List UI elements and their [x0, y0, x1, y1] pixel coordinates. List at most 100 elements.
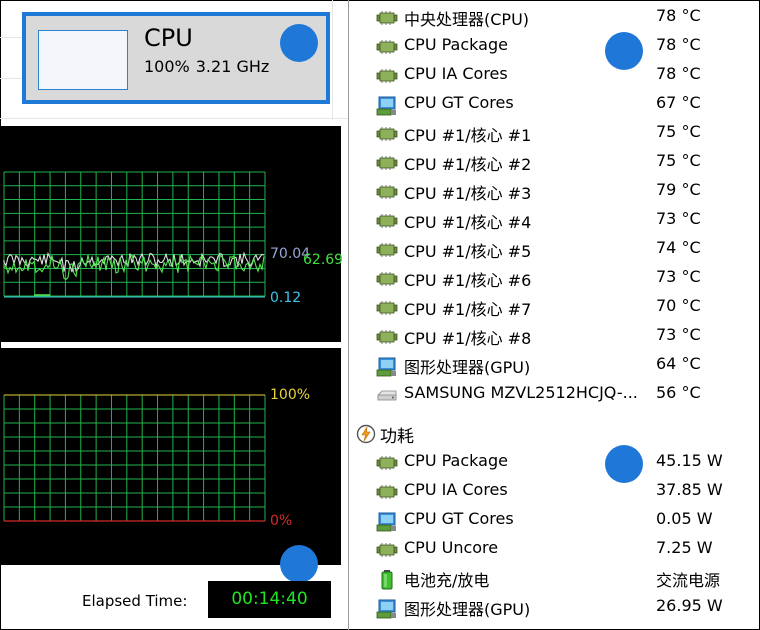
graph-bottom-bottom-label: 0%: [270, 513, 293, 529]
sensor-value: 73 °C: [656, 267, 701, 286]
sensor-value: 70 °C: [656, 296, 701, 315]
highlight-marker: [280, 545, 318, 583]
sensor-name: CPU #1/核心 #8: [404, 329, 532, 348]
sensor-value: 78 °C: [656, 6, 701, 25]
temperature-row[interactable]: 中央处理器(CPU) 78 °C: [349, 3, 759, 32]
graph-top-current-label: 62.69: [303, 252, 344, 268]
sensor-name: 图形处理器(GPU): [404, 600, 531, 619]
power-row[interactable]: CPU Package 45.15 W: [349, 448, 759, 477]
power-row[interactable]: 图形处理器(GPU) 26.95 W: [349, 593, 759, 622]
temperature-row[interactable]: SAMSUNG MZVL2512HCJQ-... 56 °C: [349, 380, 759, 409]
sensor-name: CPU #1/核心 #6: [404, 271, 532, 290]
chip-icon: [376, 454, 398, 472]
sensor-name: CPU Uncore: [404, 538, 499, 557]
sensor-name: CPU #1/核心 #1: [404, 126, 532, 145]
sensor-name: SAMSUNG MZVL2512HCJQ-...: [404, 383, 638, 402]
highlight-marker: [605, 445, 643, 483]
sensor-value: 73 °C: [656, 209, 701, 228]
sensor-value: 64 °C: [656, 354, 701, 373]
cpu-frequency: 3.21 GHz: [195, 57, 270, 76]
gpu-icon: [376, 96, 398, 116]
power-row[interactable]: CPU Uncore 7.25 W: [349, 535, 759, 564]
chip-icon: [376, 241, 398, 259]
highlight-marker: [605, 32, 643, 70]
sensor-name: CPU #1/核心 #3: [404, 184, 532, 203]
power-row[interactable]: CPU IA Cores 37.85 W: [349, 477, 759, 506]
sensor-value: 37.85 W: [656, 480, 723, 499]
chip-icon: [376, 67, 398, 85]
power-icon: [356, 424, 376, 444]
load-graph-canvas: [3, 394, 266, 522]
sensor-name: CPU IA Cores: [404, 480, 508, 499]
sensor-value: 0.05 W: [656, 509, 713, 528]
cpu-tile[interactable]: CPU 100% 3.21 GHz: [22, 12, 330, 104]
sensor-name: CPU #1/核心 #2: [404, 155, 532, 174]
temperature-row[interactable]: CPU #1/核心 #8 73 °C: [349, 322, 759, 351]
section-power[interactable]: 功耗: [349, 419, 759, 448]
chip-icon: [376, 38, 398, 56]
sensor-value: 交流电源: [656, 571, 721, 590]
power-row[interactable]: 电池充/放电 交流电源: [349, 564, 759, 593]
chip-icon: [376, 483, 398, 501]
sensor-name: 电池充/放电: [404, 571, 490, 590]
power-row[interactable]: CPU GT Cores 0.05 W: [349, 506, 759, 535]
sensor-value: 79 °C: [656, 180, 701, 199]
highlight-marker: [280, 24, 318, 62]
temperature-row[interactable]: CPU #1/核心 #5 74 °C: [349, 235, 759, 264]
gpu-icon: [376, 357, 398, 377]
cpu-tile-title: CPU: [144, 24, 193, 52]
temperature-row[interactable]: CPU #1/核心 #1 75 °C: [349, 119, 759, 148]
load-graph: [0, 348, 341, 565]
chip-icon: [376, 299, 398, 317]
sensor-name: CPU Package: [404, 451, 508, 470]
temperature-row[interactable]: CPU #1/核心 #3 79 °C: [349, 177, 759, 206]
sensor-value: 67 °C: [656, 93, 701, 112]
chip-icon: [376, 270, 398, 288]
sensor-value: 78 °C: [656, 64, 701, 83]
sensor-value: 26.95 W: [656, 596, 723, 615]
cpu-thumbnail: [38, 30, 128, 90]
sensor-name: 中央处理器(CPU): [404, 10, 530, 29]
chip-icon: [376, 541, 398, 559]
temperature-graph-canvas: [3, 171, 266, 298]
temperature-row[interactable]: CPU #1/核心 #4 73 °C: [349, 206, 759, 235]
section-power-title: 功耗: [380, 427, 414, 447]
gpu-icon: [376, 512, 398, 532]
temperature-graph: [0, 126, 341, 342]
sensor-value: 73 °C: [656, 325, 701, 344]
elapsed-time-value: 00:14:40: [208, 581, 331, 618]
temperature-row[interactable]: CPU GT Cores 67 °C: [349, 90, 759, 119]
sensor-name: CPU Package: [404, 35, 508, 54]
sensor-name: CPU GT Cores: [404, 509, 514, 528]
temperature-row[interactable]: CPU #1/核心 #6 73 °C: [349, 264, 759, 293]
temperature-row[interactable]: CPU IA Cores 78 °C: [349, 61, 759, 90]
sensor-value: 74 °C: [656, 238, 701, 257]
temperature-row[interactable]: CPU #1/核心 #7 70 °C: [349, 293, 759, 322]
sensor-value: 75 °C: [656, 122, 701, 141]
gpu-icon: [376, 599, 398, 619]
chip-icon: [376, 125, 398, 143]
temperature-row[interactable]: CPU #1/核心 #2 75 °C: [349, 148, 759, 177]
graph-top-low-label: 0.12: [270, 290, 302, 306]
sensor-name: 图形处理器(GPU): [404, 358, 531, 377]
chip-icon: [376, 9, 398, 27]
chip-icon: [376, 328, 398, 346]
sensor-value: 75 °C: [656, 151, 701, 170]
sensor-value: 78 °C: [656, 35, 701, 54]
sensor-name: CPU #1/核心 #5: [404, 242, 532, 261]
sensor-name: CPU IA Cores: [404, 64, 508, 83]
chip-icon: [376, 183, 398, 201]
temperature-row[interactable]: 图形处理器(GPU) 64 °C: [349, 351, 759, 380]
cpu-usage: 100%: [144, 57, 190, 76]
cpu-tile-stats: 100% 3.21 GHz: [144, 57, 269, 76]
sensor-value: 7.25 W: [656, 538, 713, 557]
disk-icon: [376, 386, 398, 404]
monitor-panel: CPU 100% 3.21 GHz 70.04 62.69 0.12 100% 0…: [0, 0, 348, 630]
sensor-list: 中央处理器(CPU) 78 °C CPU Package 78 °C CPU IA Co…: [349, 0, 759, 630]
sensor-name: CPU GT Cores: [404, 93, 514, 112]
chip-icon: [376, 212, 398, 230]
battery-icon: [376, 570, 398, 590]
elapsed-time-label: Elapsed Time:: [82, 592, 188, 610]
temperature-row[interactable]: CPU Package 78 °C: [349, 32, 759, 61]
sensor-name: CPU #1/核心 #4: [404, 213, 532, 232]
